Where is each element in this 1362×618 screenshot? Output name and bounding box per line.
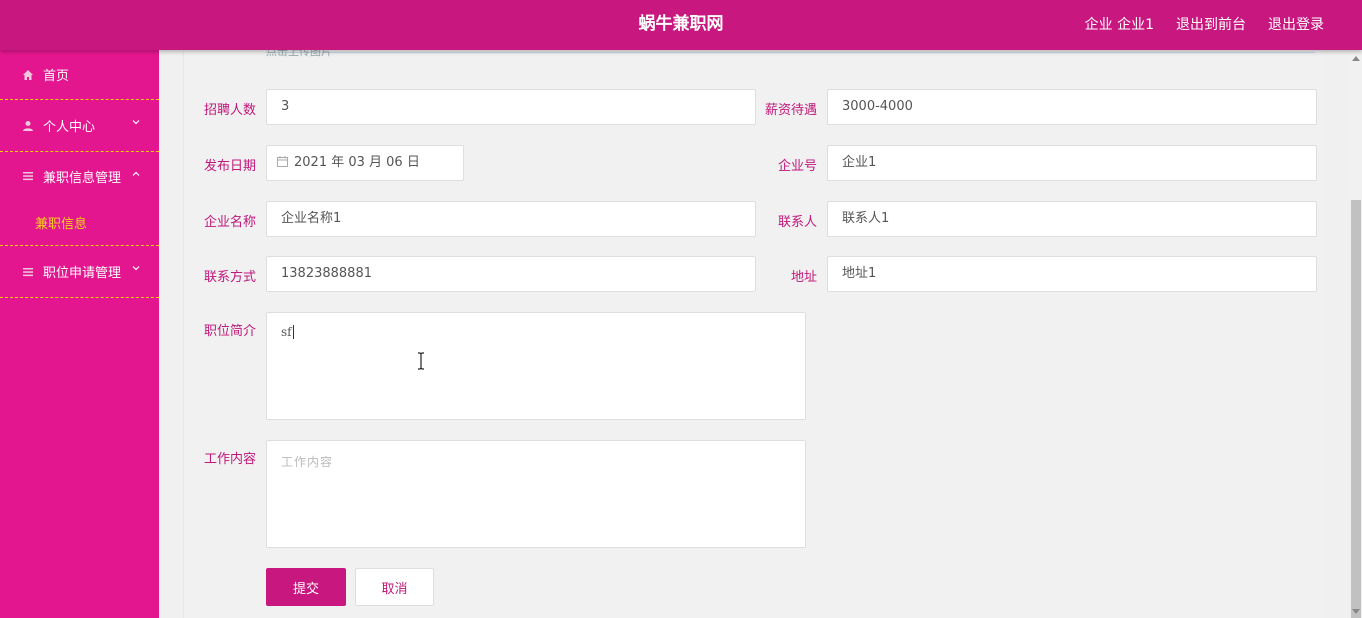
sidebar-item-personal-center[interactable]: 个人中心 xyxy=(0,100,159,152)
scroll-down-icon[interactable] xyxy=(1352,609,1360,614)
cancel-button[interactable]: 取消 xyxy=(355,568,434,606)
page-scrollbar[interactable] xyxy=(1350,50,1362,618)
sidebar-item-label: 个人中心 xyxy=(43,120,96,135)
submit-button[interactable]: 提交 xyxy=(266,568,346,606)
form-panel: 点击上传图片 招聘人数 3 薪资待遇 3000-4000 发布日期 2021 年… xyxy=(183,50,1325,618)
recruit-count-input[interactable]: 3 xyxy=(266,89,756,125)
chevron-down-icon xyxy=(131,262,141,272)
top-links: 企业 企业1 退出到前台 退出登录 xyxy=(1085,0,1324,48)
salary-label: 薪资待遇 xyxy=(764,103,817,118)
scrollbar-thumb[interactable] xyxy=(1351,200,1361,618)
publish-date-picker[interactable]: 2021 年 03 月 06 日 xyxy=(266,145,464,181)
recruit-count-label: 招聘人数 xyxy=(203,103,256,118)
calendar-icon xyxy=(277,147,288,167)
job-intro-value: sf xyxy=(281,325,292,339)
company-name-input[interactable]: 企业名称1 xyxy=(266,201,756,237)
job-intro-label: 职位简介 xyxy=(203,324,256,339)
work-content-label: 工作内容 xyxy=(203,452,256,467)
sidebar-item-home[interactable]: 首页 xyxy=(0,50,159,100)
company-name-label: 企业名称 xyxy=(203,215,256,230)
contact-person-input[interactable]: 联系人1 xyxy=(827,201,1317,237)
text-cursor-icon xyxy=(416,352,426,370)
sidebar-item-label: 首页 xyxy=(43,69,70,84)
exit-to-front-link[interactable]: 退出到前台 xyxy=(1176,14,1246,34)
sidebar-item-label: 职位申请管理 xyxy=(43,266,122,281)
phone-label: 联系方式 xyxy=(203,270,256,285)
publish-date-value: 2021 年 03 月 06 日 xyxy=(294,155,420,170)
sidebar-subitem-label: 兼职信息 xyxy=(35,217,88,232)
contact-person-label: 联系人 xyxy=(777,215,817,230)
salary-input[interactable]: 3000-4000 xyxy=(827,89,1317,125)
scroll-up-icon[interactable] xyxy=(1352,56,1360,61)
sidebar-item-application-management[interactable]: 职位申请管理 xyxy=(0,246,159,298)
company-no-input[interactable]: 企业1 xyxy=(827,145,1317,181)
upload-hint: 点击上传图片 xyxy=(266,50,332,58)
sidebar: 首页 个人中心 兼职信息管理 兼职信息 职位申请管理 xyxy=(0,50,159,618)
work-content-placeholder: 工作内容 xyxy=(281,455,334,469)
top-bar: 蜗牛兼职网 企业 企业1 退出到前台 退出登录 xyxy=(0,0,1362,50)
list-icon xyxy=(22,170,34,182)
sidebar-item-label: 兼职信息管理 xyxy=(43,170,122,186)
job-intro-textarea[interactable]: sf xyxy=(266,312,806,420)
address-input[interactable]: 地址1 xyxy=(827,256,1317,292)
home-icon xyxy=(22,69,34,81)
chevron-down-icon xyxy=(131,116,141,126)
sidebar-item-parttime-management[interactable]: 兼职信息管理 xyxy=(0,152,159,200)
work-content-textarea[interactable]: 工作内容 xyxy=(266,440,806,548)
chevron-up-icon xyxy=(131,168,141,178)
phone-input[interactable]: 13823888881 xyxy=(266,256,756,292)
upload-divider xyxy=(266,52,1315,53)
company-no-label: 企业号 xyxy=(777,159,817,174)
logout-link[interactable]: 退出登录 xyxy=(1268,14,1324,34)
company-user-link[interactable]: 企业 企业1 xyxy=(1085,14,1154,34)
user-icon xyxy=(22,120,34,132)
publish-date-label: 发布日期 xyxy=(203,159,256,174)
sidebar-subitem-parttime-info[interactable]: 兼职信息 xyxy=(0,200,159,246)
address-label: 地址 xyxy=(790,270,817,285)
list-icon xyxy=(22,266,34,278)
